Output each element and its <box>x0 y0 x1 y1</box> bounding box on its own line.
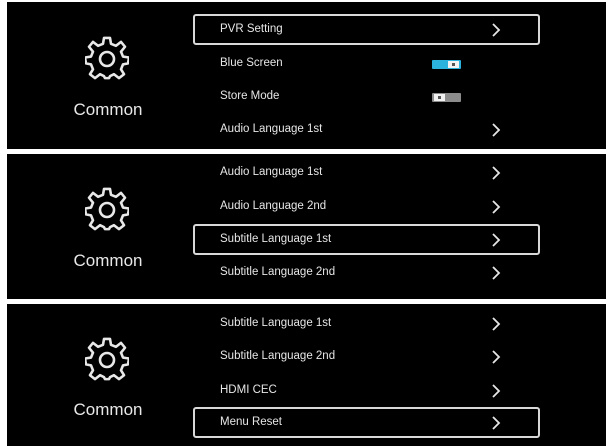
menu-item-blue-screen[interactable]: Blue Screen <box>193 48 540 79</box>
chevron-right-icon <box>490 384 502 398</box>
gear-icon <box>85 337 129 381</box>
menu-item-subtitle-language-1st[interactable]: Subtitle Language 1st <box>193 308 540 339</box>
chevron-right-icon <box>490 123 502 137</box>
menu-item-audio-language-1st[interactable]: Audio Language 1st <box>193 157 540 188</box>
chevron-right-icon <box>490 266 502 280</box>
menu-item-hdmi-cec[interactable]: HDMI CEC <box>193 375 540 406</box>
menu-panel-2: Common Audio Language 1st Audio Language… <box>7 154 606 299</box>
menu-item-audio-language-1st[interactable]: Audio Language 1st <box>193 114 540 145</box>
chevron-right-icon <box>490 233 502 247</box>
category-label: Common <box>73 251 143 270</box>
category-label: Common <box>73 100 143 119</box>
menu-item-label: Audio Language 1st <box>220 166 323 178</box>
menu-panel-3: Common Subtitle Language 1st Subtitle La… <box>7 304 606 446</box>
menu-item-label: Subtitle Language 2nd <box>220 350 336 362</box>
menu-item-store-mode[interactable]: Store Mode <box>193 81 540 112</box>
menu-item-label: Subtitle Language 2nd <box>220 266 336 278</box>
menu-item-pvr-setting[interactable]: PVR Setting <box>193 14 540 45</box>
menu-panel-1: Common PVR Setting Blue Screen Store Mod… <box>7 2 606 149</box>
chevron-right-icon <box>490 416 502 430</box>
menu-item-label: Audio Language 1st <box>220 123 323 135</box>
category-sidebar: Common <box>7 2 190 149</box>
store-mode-toggle[interactable] <box>432 93 461 102</box>
menu-item-subtitle-language-2nd[interactable]: Subtitle Language 2nd <box>193 257 540 288</box>
menu-item-label: PVR Setting <box>220 23 283 35</box>
gear-icon <box>85 187 129 231</box>
chevron-right-icon <box>490 200 502 214</box>
chevron-right-icon <box>490 23 502 37</box>
menu-item-audio-language-2nd[interactable]: Audio Language 2nd <box>193 191 540 222</box>
menu-item-label: Audio Language 2nd <box>220 200 327 212</box>
chevron-right-icon <box>490 317 502 331</box>
category-sidebar: Common <box>7 304 190 446</box>
menu-item-label: Blue Screen <box>220 57 283 69</box>
menu-item-label: HDMI CEC <box>220 384 277 396</box>
menu-item-subtitle-language-2nd[interactable]: Subtitle Language 2nd <box>193 341 540 372</box>
menu-item-menu-reset[interactable]: Menu Reset <box>193 407 540 438</box>
category-label: Common <box>73 400 143 419</box>
menu-item-subtitle-language-1st[interactable]: Subtitle Language 1st <box>193 224 540 255</box>
blue-screen-toggle[interactable] <box>432 60 461 69</box>
category-sidebar: Common <box>7 154 190 299</box>
gear-icon <box>85 36 129 80</box>
menu-item-label: Subtitle Language 1st <box>220 317 332 329</box>
menu-item-label: Store Mode <box>220 90 280 102</box>
menu-item-label: Menu Reset <box>220 416 283 428</box>
menu-item-label: Subtitle Language 1st <box>220 233 332 245</box>
chevron-right-icon <box>490 166 502 180</box>
chevron-right-icon <box>490 350 502 364</box>
